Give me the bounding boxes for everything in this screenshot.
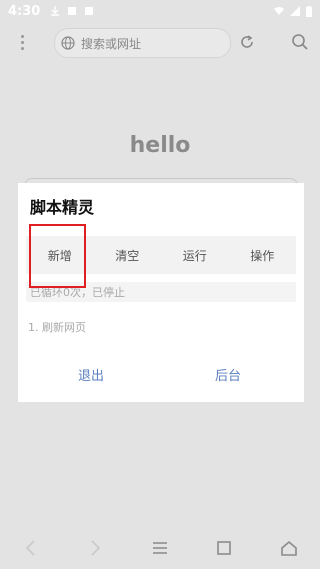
address-bar[interactable]: 搜索或网址	[54, 28, 231, 58]
dialog-title: 脚本精灵	[30, 198, 95, 217]
run-button[interactable]: 运行	[161, 236, 229, 274]
windows-icon[interactable]	[215, 539, 233, 557]
script-wizard-dialog: 脚本精灵 新增 清空 运行 操作 已循环0次，已停止 1. 刷新网页 退出 后台	[18, 183, 304, 402]
notification-icon	[68, 7, 77, 15]
tabs-menu-icon[interactable]	[151, 539, 169, 557]
battery-icon	[306, 5, 312, 17]
browser-toolbar: 搜索或网址	[0, 22, 320, 62]
more-menu-button[interactable]	[14, 31, 30, 53]
script-step-item[interactable]: 1. 刷新网页	[28, 319, 86, 335]
home-icon[interactable]	[280, 539, 298, 557]
app-notification-icon	[85, 7, 94, 15]
page-heading: hello	[129, 133, 191, 158]
address-placeholder: 搜索或网址	[81, 36, 142, 51]
back-icon[interactable]	[22, 539, 40, 557]
refresh-icon[interactable]	[239, 34, 255, 50]
exit-button[interactable]: 退出	[78, 365, 104, 384]
wifi-icon	[274, 7, 284, 15]
forward-icon[interactable]	[86, 539, 104, 557]
background-button[interactable]: 后台	[215, 365, 241, 384]
signal-icon	[290, 6, 300, 16]
browser-bottom-nav	[0, 527, 320, 569]
globe-icon	[61, 36, 75, 50]
status-bar: 4:30	[0, 0, 320, 22]
clear-button[interactable]: 清空	[94, 236, 162, 274]
search-icon[interactable]	[291, 33, 309, 51]
highlight-box	[29, 224, 86, 288]
download-icon	[51, 6, 60, 16]
status-time: 4:30	[8, 3, 41, 19]
actions-button[interactable]: 操作	[229, 236, 297, 274]
